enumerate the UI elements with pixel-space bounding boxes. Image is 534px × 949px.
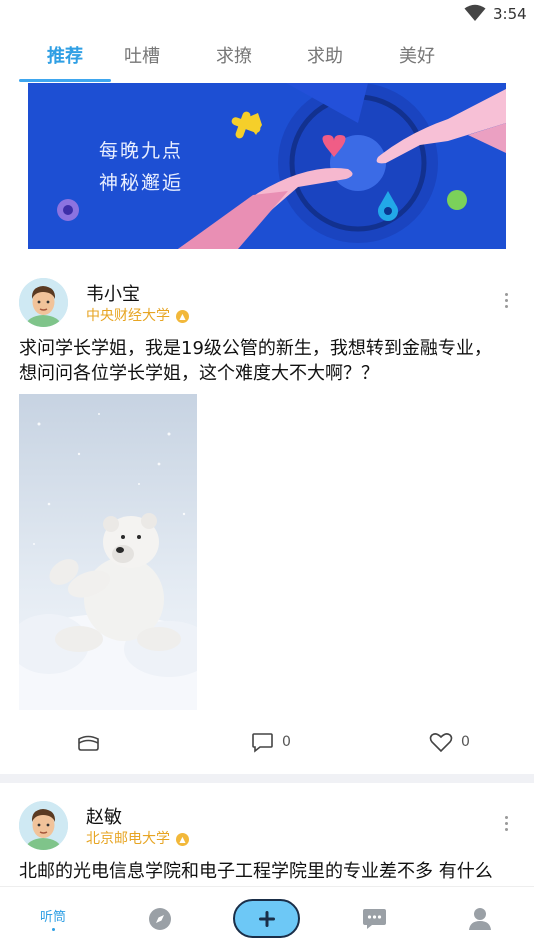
status-time: 3:54 xyxy=(493,5,527,23)
more-options-icon[interactable] xyxy=(498,814,514,834)
post-text[interactable]: 求问学长学姐，我是19级公管的新生，我想转到金融专业，想问问各位学长学姐，这个难… xyxy=(19,336,509,386)
like-button[interactable]: 0 xyxy=(429,726,470,758)
active-tab-indicator xyxy=(19,79,111,82)
avatar[interactable] xyxy=(19,801,68,850)
school-badge-icon: ▲ xyxy=(176,833,189,846)
category-tabs: 推荐 吐槽 求撩 求助 美好 xyxy=(0,30,534,82)
banner-line-2: 神秘邂逅 xyxy=(99,172,184,194)
post-image[interactable] xyxy=(19,394,197,710)
more-options-icon[interactable] xyxy=(498,291,514,311)
share-icon xyxy=(78,735,99,751)
tab-help[interactable]: 求助 xyxy=(279,42,371,68)
promo-banner[interactable]: 每晚九点 神秘邂逅 xyxy=(28,83,506,249)
user-avatar-icon xyxy=(19,278,68,327)
nav-messages[interactable] xyxy=(339,887,409,949)
compass-icon xyxy=(149,907,171,930)
tab-complain[interactable]: 吐槽 xyxy=(96,42,188,68)
polar-bear-image xyxy=(19,394,197,710)
message-icon xyxy=(362,908,386,929)
avatar[interactable] xyxy=(19,278,68,327)
comment-count: 0 xyxy=(282,734,291,750)
school-badge-icon: ▲ xyxy=(176,310,189,323)
nav-active-dot xyxy=(51,928,55,931)
post-school: 北京邮电大学 ▲ xyxy=(86,828,189,848)
wifi-icon xyxy=(464,4,486,21)
heart-icon xyxy=(429,732,453,752)
banner-text: 每晚九点 神秘邂逅 xyxy=(99,135,183,199)
tab-flirt[interactable]: 求撩 xyxy=(188,42,280,68)
post-divider xyxy=(0,774,534,783)
school-name: 中央财经大学 xyxy=(86,308,170,324)
nav-home-label: 听筒 xyxy=(39,910,66,925)
share-button[interactable] xyxy=(77,726,100,758)
plus-icon xyxy=(258,910,275,927)
user-avatar-icon xyxy=(19,801,68,850)
like-count: 0 xyxy=(461,734,470,750)
bottom-navigation: 听筒 xyxy=(0,886,534,949)
comment-icon xyxy=(252,732,273,753)
tab-beautiful[interactable]: 美好 xyxy=(371,42,463,68)
add-post-button[interactable] xyxy=(233,899,300,938)
comment-button[interactable]: 0 xyxy=(251,726,291,758)
school-name: 北京邮电大学 xyxy=(86,831,170,847)
nav-discover[interactable] xyxy=(125,887,195,949)
post-actions: 0 0 xyxy=(0,726,534,758)
nav-profile[interactable] xyxy=(445,887,515,949)
nav-home[interactable]: 听筒 xyxy=(18,887,88,949)
post-username[interactable]: 韦小宝 xyxy=(86,280,140,306)
post-username[interactable]: 赵敏 xyxy=(86,803,122,829)
post-school: 中央财经大学 ▲ xyxy=(86,305,189,325)
status-bar: 3:54 xyxy=(0,0,534,30)
profile-icon xyxy=(469,908,491,930)
banner-line-1: 每晚九点 xyxy=(99,140,184,162)
